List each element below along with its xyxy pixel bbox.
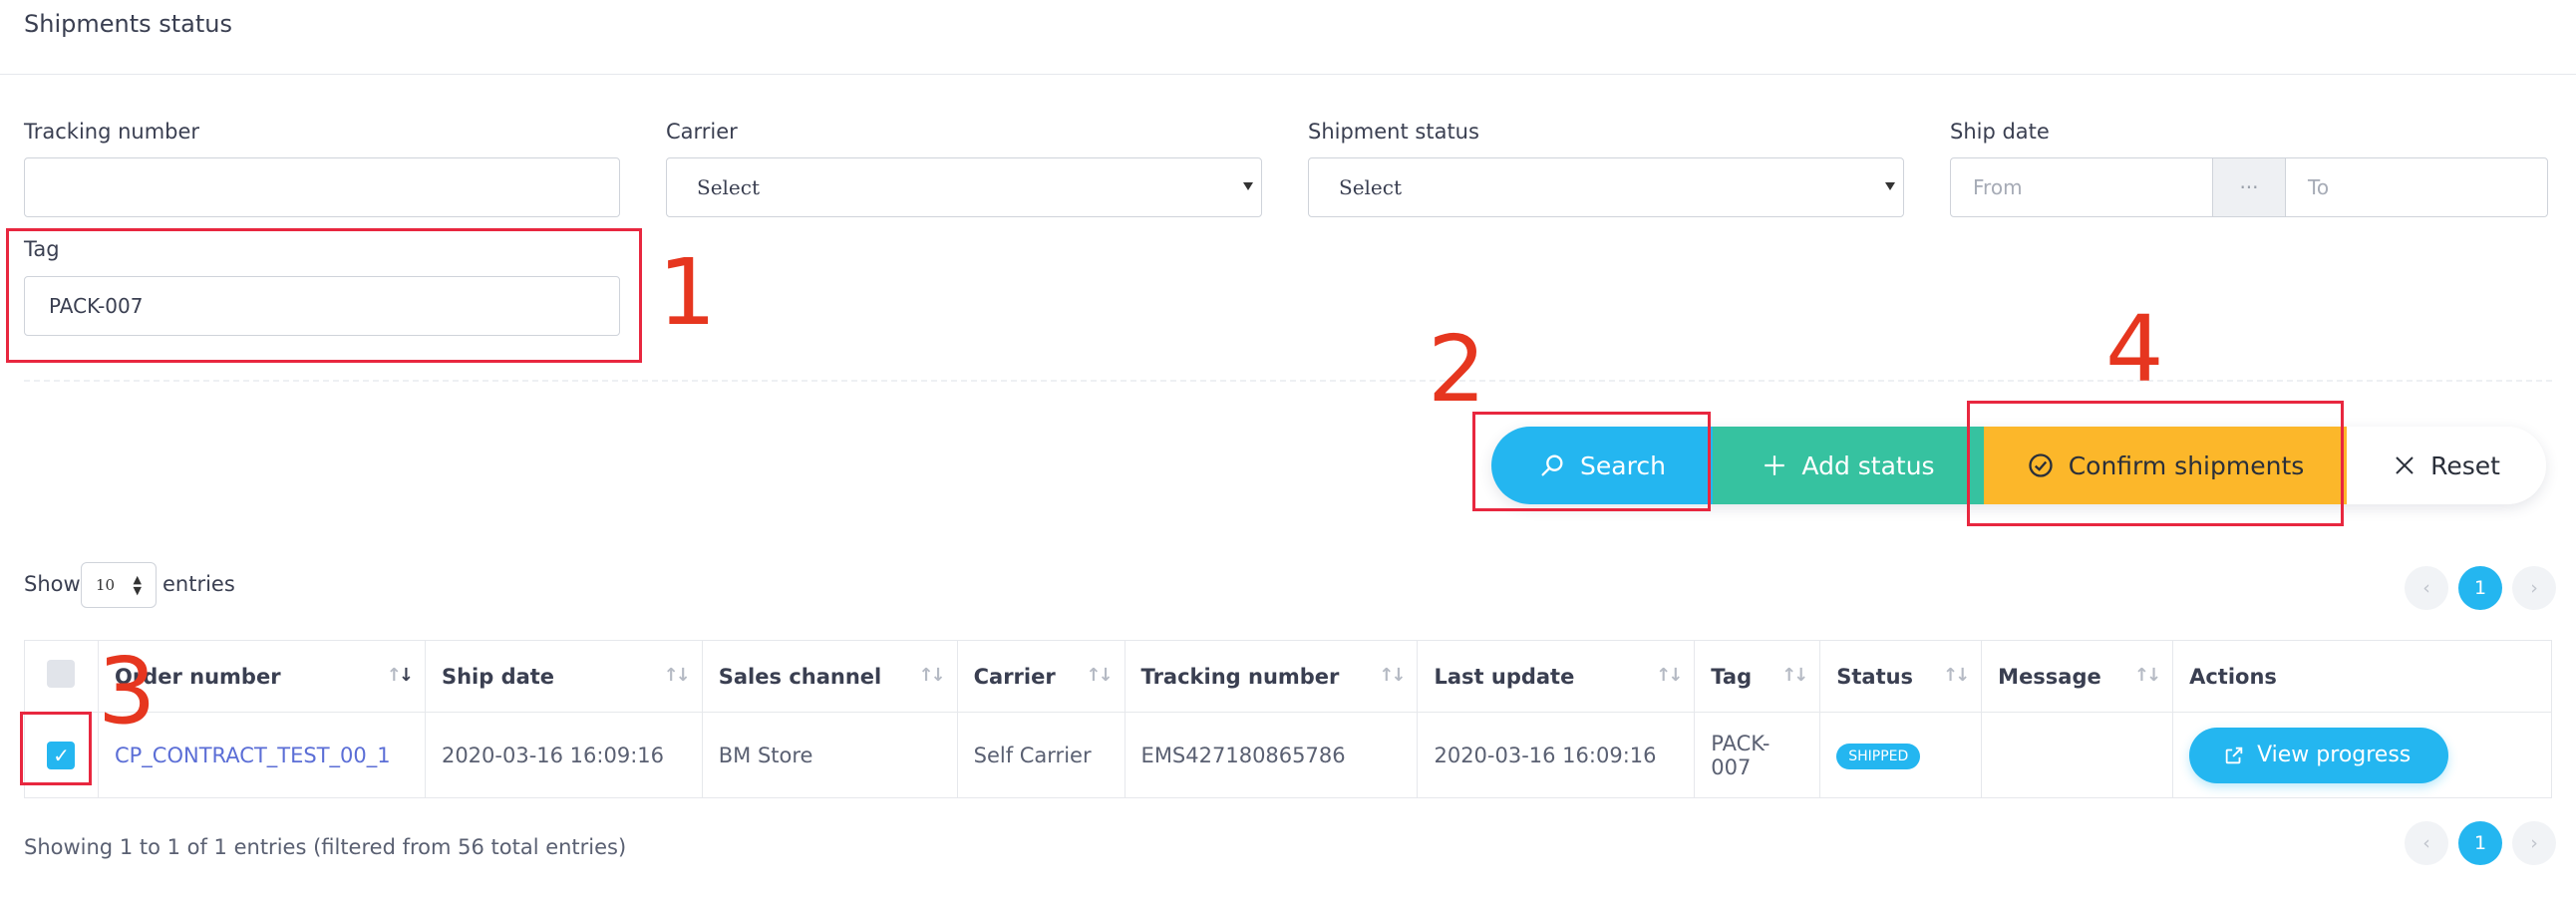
add-status-button[interactable]: Add status (1713, 427, 1984, 504)
page-1-button[interactable]: 1 (2458, 566, 2502, 610)
column-actions-label: Actions (2189, 664, 2277, 689)
table-row: ✓ CP_CONTRACT_TEST_00_1 2020-03-16 16:09… (24, 712, 2552, 798)
column-carrier-label: Carrier (973, 664, 1056, 689)
sort-icon: ↑↓ (918, 665, 945, 686)
column-ship-date[interactable]: Ship date ↑↓ (424, 640, 703, 713)
view-progress-label: View progress (2257, 743, 2412, 767)
annotation-box-tag (6, 228, 642, 363)
order-number-link[interactable]: CP_CONTRACT_TEST_00_1 (115, 744, 391, 767)
status-cell: SHIPPED (1819, 712, 1983, 798)
chevron-down-icon (1243, 182, 1253, 190)
ship-date-from-input[interactable]: From (1950, 157, 2213, 217)
ship-date-to-input[interactable]: To (2285, 157, 2548, 217)
ship-date-label: Ship date (1950, 120, 2050, 144)
annotation-box-checkbox (20, 712, 92, 785)
annotation-number-1: 1 (658, 239, 717, 346)
page-length-value: 10 (96, 576, 116, 594)
next-page-button[interactable]: › (2512, 821, 2556, 865)
reset-button-label: Reset (2430, 450, 2500, 480)
sales-channel-cell: BM Store (701, 712, 958, 798)
select-all-header (24, 640, 99, 713)
annotation-number-3: 3 (98, 638, 157, 745)
sort-icon: ↑↓ (663, 665, 691, 686)
column-tag-label: Tag (1711, 664, 1753, 689)
date-range-separator: ··· (2213, 157, 2285, 217)
entries-label: entries (162, 572, 235, 596)
sort-arrows-icon: ▲ ▼ (133, 573, 142, 597)
page-1-button[interactable]: 1 (2458, 821, 2502, 865)
page-title: Shipments status (24, 10, 232, 38)
tracking-number-cell: EMS427180865786 (1124, 712, 1419, 798)
carrier-select[interactable]: Select (666, 157, 1262, 217)
carrier-label: Carrier (666, 120, 738, 144)
page-length-select[interactable]: 10 ▲ ▼ (81, 562, 157, 608)
annotation-box-confirm (1967, 401, 2344, 526)
table-header-row: Order number ↑↓ Ship date ↑↓ Sales channel… (24, 640, 2552, 713)
column-tracking-number[interactable]: Tracking number ↑↓ (1124, 640, 1419, 713)
last-update-cell: 2020-03-16 16:09:16 (1417, 712, 1696, 798)
column-ship-date-label: Ship date (441, 664, 555, 689)
column-sales-channel[interactable]: Sales channel ↑↓ (701, 640, 958, 713)
shipment-status-select[interactable]: Select (1308, 157, 1904, 217)
column-tag[interactable]: Tag ↑↓ (1694, 640, 1821, 713)
column-last-update-label: Last update (1434, 664, 1575, 689)
sort-icon: ↑↓ (1379, 665, 1406, 686)
sort-icon: ↑↓ (1086, 665, 1113, 686)
column-sales-channel-label: Sales channel (718, 664, 882, 689)
view-progress-button[interactable]: View progress (2189, 727, 2449, 783)
sort-icon: ↑↓ (1656, 665, 1683, 686)
column-message[interactable]: Message ↑↓ (1981, 640, 2174, 713)
sort-icon: ↑↓ (1943, 665, 1970, 686)
reset-button[interactable]: Reset (2347, 427, 2546, 504)
annotation-number-2: 2 (1428, 316, 1486, 423)
plus-icon (1765, 455, 1785, 475)
pagination-top: ‹ 1 › (2405, 566, 2556, 610)
tracking-number-input[interactable] (24, 157, 620, 217)
add-status-button-label: Add status (1801, 450, 1935, 480)
tag-cell: PACK-007 (1694, 712, 1821, 798)
column-status[interactable]: Status ↑↓ (1819, 640, 1983, 713)
column-status-label: Status (1836, 664, 1914, 689)
column-actions: Actions (2172, 640, 2552, 713)
sort-icon: ↑↓ (2133, 665, 2161, 686)
column-message-label: Message (1998, 664, 2101, 689)
annotation-box-search (1472, 412, 1711, 511)
carrier-select-value: Select (697, 175, 761, 199)
show-label: Show (24, 572, 81, 596)
chevron-down-icon (1885, 182, 1895, 190)
column-last-update[interactable]: Last update ↑↓ (1417, 640, 1696, 713)
sort-icon: ↑↓ (386, 665, 414, 686)
next-page-button[interactable]: › (2512, 566, 2556, 610)
column-tracking-number-label: Tracking number (1140, 664, 1340, 689)
ship-date-cell: 2020-03-16 16:09:16 (424, 712, 703, 798)
annotation-number-4: 4 (2105, 296, 2164, 403)
tracking-number-label: Tracking number (24, 120, 200, 144)
filters-divider (24, 380, 2552, 382)
external-link-icon (2225, 747, 2243, 763)
shipment-status-select-value: Select (1339, 175, 1403, 199)
message-cell (1981, 712, 2174, 798)
table-summary: Showing 1 to 1 of 1 entries (filtered fr… (24, 835, 627, 859)
prev-page-button[interactable]: ‹ (2405, 821, 2448, 865)
column-carrier[interactable]: Carrier ↑↓ (956, 640, 1126, 713)
status-badge: SHIPPED (1836, 743, 1921, 769)
carrier-cell: Self Carrier (956, 712, 1126, 798)
pagination-bottom: ‹ 1 › (2405, 821, 2556, 865)
prev-page-button[interactable]: ‹ (2405, 566, 2448, 610)
shipment-status-label: Shipment status (1308, 120, 1479, 144)
close-icon (2396, 456, 2414, 474)
select-all-checkbox[interactable] (47, 660, 76, 688)
actions-cell: View progress (2172, 712, 2552, 798)
header-divider (0, 74, 2576, 75)
sort-icon: ↑↓ (1781, 665, 1808, 686)
shipments-table: Order number ↑↓ Ship date ↑↓ Sales channel… (24, 640, 2552, 798)
